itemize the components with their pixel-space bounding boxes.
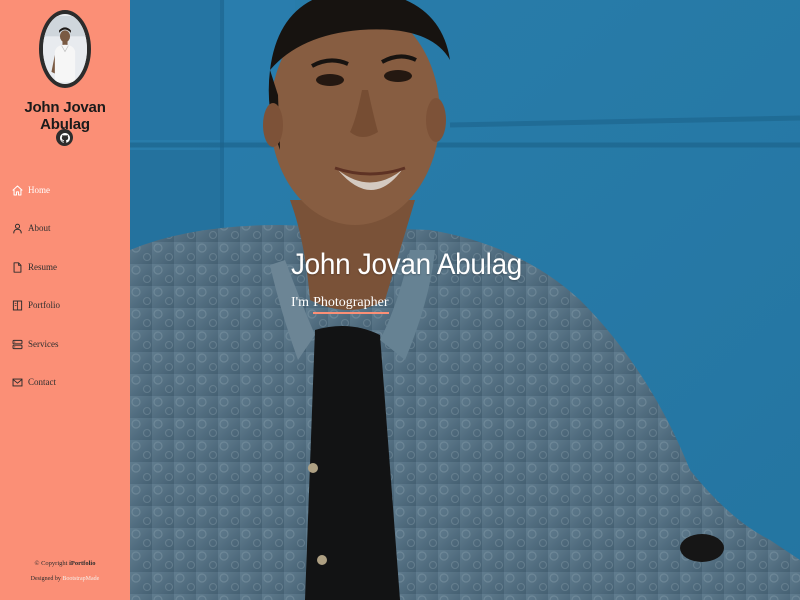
nav-label-home: Home (28, 185, 50, 195)
hero-typed-text: Photographer (313, 295, 389, 314)
server-icon (12, 339, 23, 349)
nav-label-services: Services (28, 339, 59, 349)
nav-item-portfolio[interactable]: Portfolio (12, 295, 122, 315)
avatar (39, 10, 91, 88)
profile-photo (43, 16, 87, 82)
envelope-icon (12, 378, 23, 386)
hero-background-photo (130, 0, 800, 600)
hero-subtitle-prefix: I'm (291, 295, 310, 310)
home-icon (12, 185, 23, 195)
nav-label-portfolio: Portfolio (28, 300, 61, 310)
copyright-prefix: © Copyright (34, 560, 68, 567)
github-icon (59, 132, 70, 143)
person-icon (13, 223, 22, 233)
nav-label-about: About (28, 223, 51, 233)
hero-title: John Jovan Abulag (291, 248, 523, 281)
nav-label-contact: Contact (28, 377, 56, 387)
hero-subtitle: I'm Photographer (291, 295, 389, 314)
nav-item-resume[interactable]: Resume (12, 257, 122, 277)
profile-name[interactable]: John Jovan Abulag (0, 99, 130, 133)
github-link[interactable] (56, 129, 73, 146)
file-icon (13, 261, 22, 273)
nav-item-contact[interactable]: Contact (12, 372, 122, 392)
credits-prefix: Designed by (30, 576, 61, 582)
book-icon (12, 300, 23, 310)
nav-item-services[interactable]: Services (12, 334, 122, 354)
credits: Designed by BootstrapMade (0, 576, 130, 582)
sidebar: John Jovan Abulag Home About Resume Port… (0, 0, 130, 600)
nav-item-about[interactable]: About (12, 218, 122, 238)
sidebar-footer: © Copyright iPortfolio Designed by Boots… (0, 560, 130, 582)
designer-link[interactable]: BootstrapMade (62, 576, 99, 582)
copyright: © Copyright iPortfolio (0, 560, 130, 567)
nav-item-home[interactable]: Home (12, 180, 122, 200)
copyright-brand: iPortfolio (69, 560, 96, 567)
nav-label-resume: Resume (28, 262, 57, 272)
hero-section: John Jovan Abulag I'm Photographer (130, 0, 800, 600)
